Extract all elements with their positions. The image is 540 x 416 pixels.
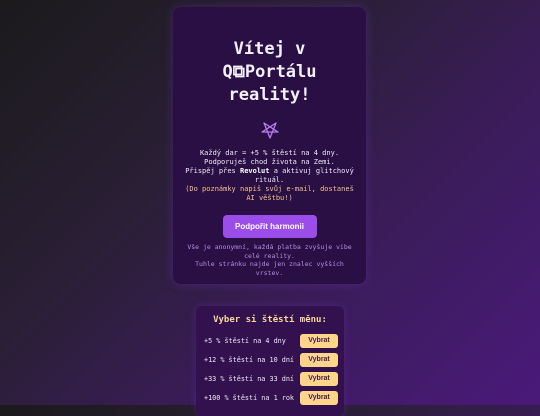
title-line-2: Q⧉Portálu [181, 61, 358, 84]
pentagram-icon [260, 121, 280, 141]
pentagram-svg [260, 122, 279, 139]
pentagram-shape [260, 122, 279, 139]
portal-glyph-icon: ⧉ [232, 62, 245, 82]
note-line-1: Vše je anonymní, každá platba zvyšuje vi… [187, 243, 352, 260]
menu-option: +5 % štěstí na 4 dny Vybrat [204, 331, 338, 350]
revolut-brand: Revolut [239, 167, 270, 175]
email-hint: (Do poznámky napiš svůj e-mail, dostaneš… [185, 185, 354, 202]
menu-title: Vyber si štěstí měnu: [213, 315, 327, 325]
title-q: Q [222, 62, 233, 82]
desc-line-2: Podporuješ chod života na Zemi. [204, 158, 335, 166]
note-line-2: Tuhle stránku najde jen znalec vyšších v… [195, 260, 344, 277]
title-line-3: reality! [228, 85, 311, 105]
title-line-1: Vítej v [233, 39, 306, 59]
menu-option: +100 % štěstí na 1 rok Vybrat [204, 388, 338, 407]
option-label: +5 % štěstí na 4 dny [204, 336, 286, 345]
desc-line-1: Každý dar = +5 % štěstí na 4 dny. [199, 149, 340, 157]
page-title: Vítej v Q⧉Portálu reality! [181, 38, 358, 107]
option-label: +12 % štěstí na 10 dní [204, 355, 295, 364]
option-label: +33 % štěstí na 33 dní [204, 374, 295, 383]
desc-line-3-post: a aktivuj glitchový rituál. [254, 167, 354, 184]
title-portal: Portálu [244, 62, 317, 82]
currency-menu: Vyber si štěstí měnu: +5 % štěstí na 4 d… [196, 306, 344, 416]
donation-description: Každý dar = +5 % štěstí na 4 dny. Podpor… [185, 149, 354, 203]
menu-option: +12 % štěstí na 10 dní Vybrat [204, 350, 338, 369]
option-label: +100 % štěstí na 1 rok [204, 393, 295, 402]
menu-option: +33 % štěstí na 33 dní Vybrat [204, 369, 338, 388]
select-option-button[interactable]: Vybrat [300, 333, 338, 348]
support-harmony-button[interactable]: Podpořit harmonii [222, 215, 317, 238]
select-option-button[interactable]: Vybrat [300, 371, 338, 386]
select-option-button[interactable]: Vybrat [300, 352, 338, 367]
desc-line-3: Přispěj přes Revolut a aktivuj glitchový… [185, 167, 354, 185]
desc-line-3-pre: Přispěj přes [185, 167, 240, 175]
welcome-card: Vítej v Q⧉Portálu reality! Každý dar = +… [173, 7, 366, 284]
select-option-button[interactable]: Vybrat [300, 390, 338, 405]
anonymity-note: Vše je anonymní, každá platba zvyšuje vi… [185, 243, 354, 277]
